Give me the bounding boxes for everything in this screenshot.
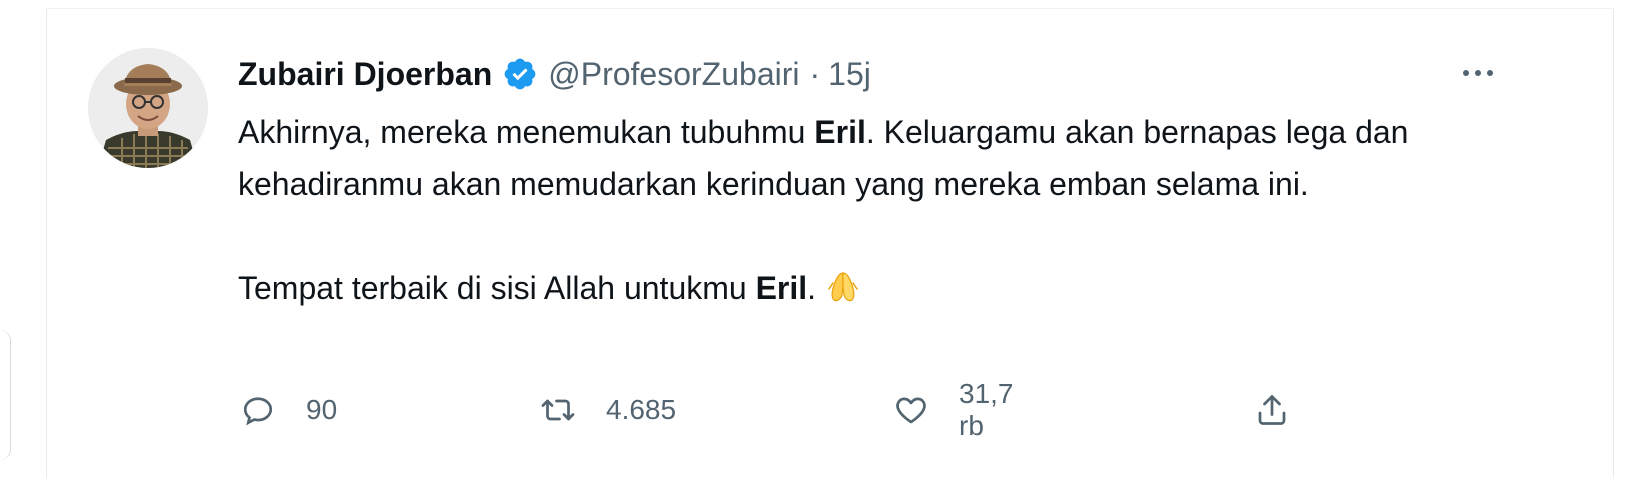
retweet-count: 4.685 — [606, 394, 677, 425]
page-edge-decoration — [0, 330, 11, 460]
reply-button[interactable]: 90 — [240, 388, 337, 432]
author-avatar[interactable] — [88, 48, 208, 168]
reply-icon — [240, 392, 276, 428]
tweet-paragraph-1: Akhirnya, mereka menemukan tubuhmu Eril.… — [238, 106, 1538, 210]
retweet-button[interactable]: 4.685 — [540, 388, 676, 432]
header-separator: · — [809, 55, 821, 92]
share-icon — [1254, 392, 1290, 428]
text-segment: Tempat terbaik di sisi Allah untukmu — [238, 270, 756, 306]
like-button[interactable]: 31,7 rb — [893, 378, 1014, 441]
text-segment: . — [807, 270, 817, 306]
share-button[interactable] — [1254, 388, 1290, 432]
verified-badge-icon — [502, 56, 538, 92]
tweet-text: Akhirnya, mereka menemukan tubuhmu Eril.… — [238, 106, 1538, 314]
tweet-timestamp[interactable]: 15j — [828, 56, 871, 93]
retweet-icon — [540, 392, 576, 428]
more-icon[interactable] — [1456, 58, 1500, 88]
like-count: 31,7 rb — [959, 378, 1014, 441]
author-name[interactable]: Zubairi Djoerban — [238, 56, 492, 93]
bold-text-segment: Eril — [755, 270, 808, 306]
tweet-paragraph-2: Tempat terbaik di sisi Allah untukmu Eri… — [238, 262, 1538, 314]
author-handle[interactable]: @ProfesorZubairi — [548, 56, 799, 93]
heart-icon — [893, 392, 929, 428]
reply-count: 90 — [306, 394, 338, 425]
praying-hands-emoji-icon — [824, 267, 862, 305]
text-segment: Akhirnya, mereka menemukan tubuhmu — [238, 114, 815, 150]
bold-text-segment: Eril — [814, 114, 866, 150]
tweet-header: Zubairi Djoerban @ProfesorZubairi · 15j — [238, 52, 871, 96]
